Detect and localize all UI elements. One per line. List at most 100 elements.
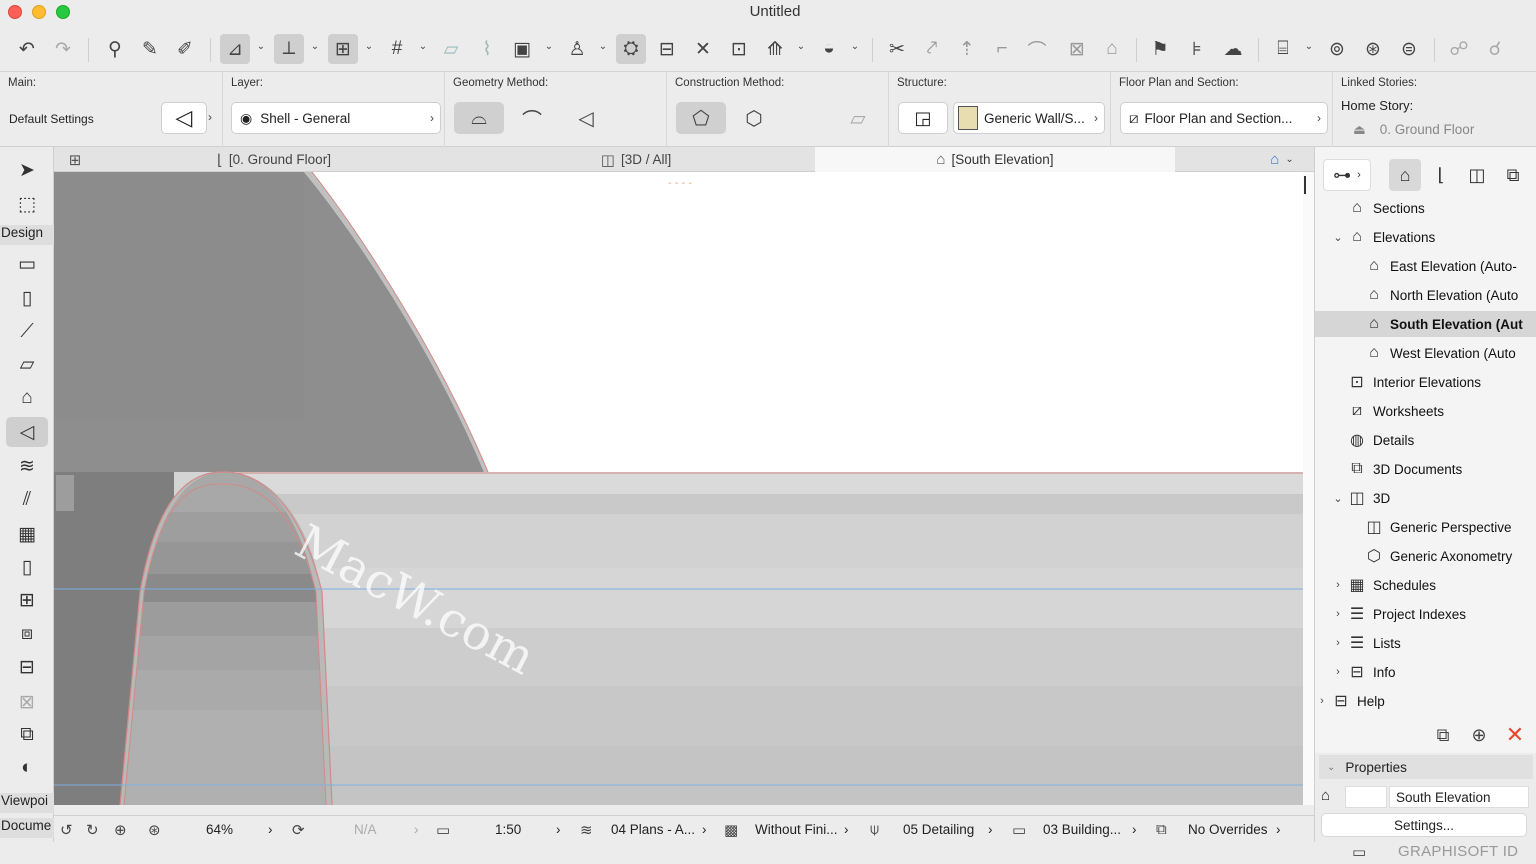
view-id-field[interactable] bbox=[1345, 786, 1387, 808]
chevron-down-icon[interactable]: ⌄ bbox=[309, 41, 321, 52]
curtain-wall-tool-icon[interactable]: ▦ bbox=[6, 519, 48, 549]
wall-tool-icon[interactable]: ▭ bbox=[6, 249, 48, 279]
properties-header[interactable]: ⌄ Properties bbox=[1319, 755, 1533, 779]
chevron-right-icon[interactable]: › bbox=[1331, 608, 1345, 620]
reserve-icon[interactable]: ⌸ bbox=[1268, 34, 1298, 64]
skylight-tool-icon[interactable]: ⧈ bbox=[6, 619, 48, 649]
chevron-right-icon[interactable]: › bbox=[702, 816, 707, 843]
split-icon[interactable]: ⌇ bbox=[472, 34, 502, 64]
nav-item-north-elevation[interactable]: ⌂ North Elevation (Auto bbox=[1348, 282, 1536, 308]
nav-item-3d-documents[interactable]: ⧉ 3D Documents bbox=[1331, 456, 1536, 482]
tab-ground-floor[interactable]: ⌊ [0. Ground Floor] bbox=[204, 147, 344, 172]
settings-button[interactable]: Settings... bbox=[1321, 813, 1527, 837]
simple-construction-button[interactable]: ⬠ bbox=[676, 102, 726, 134]
scrollbar-thumb[interactable] bbox=[1304, 176, 1306, 194]
chevron-down-icon[interactable]: ⌄ bbox=[255, 41, 267, 52]
shell-tool-icon[interactable]: ◁ bbox=[161, 102, 207, 134]
viewpoint-group-label[interactable]: Viewpoi bbox=[0, 793, 54, 813]
nav-item-sections[interactable]: ⌂ Sections bbox=[1331, 195, 1536, 221]
layout-book-icon[interactable]: ◫ bbox=[1461, 159, 1493, 191]
renovation-icon[interactable]: ⛭ bbox=[616, 34, 646, 64]
chevron-right-icon[interactable]: › bbox=[556, 816, 561, 843]
chevron-down-icon[interactable]: ⌄ bbox=[363, 41, 375, 52]
grid-snap-icon[interactable]: ⊞ bbox=[328, 34, 358, 64]
trace-icon[interactable]: ▱ bbox=[436, 34, 466, 64]
nav-item-details[interactable]: ◍ Details bbox=[1331, 427, 1536, 453]
chevron-down-icon[interactable]: ⌄ bbox=[597, 41, 609, 52]
redo-icon[interactable]: ↷ bbox=[48, 34, 78, 64]
tab-3d[interactable]: ◫ [3D / All] bbox=[592, 147, 680, 172]
tab-south-elevation[interactable]: ⌂ [South Elevation] bbox=[815, 147, 1175, 172]
offset-icon[interactable]: ⤤ bbox=[917, 34, 947, 64]
chevron-right-icon[interactable]: › bbox=[1132, 816, 1137, 843]
morph-tool-icon[interactable]: ◐ bbox=[6, 753, 48, 783]
elevate-icon[interactable]: ⇡ bbox=[952, 34, 982, 64]
chevron-down-icon[interactable]: ⌄ bbox=[849, 41, 861, 52]
fit-window-icon[interactable]: ⊛ bbox=[148, 816, 161, 843]
find-select-icon[interactable]: ⚲ bbox=[100, 34, 130, 64]
chevron-right-icon[interactable]: › bbox=[1331, 579, 1345, 591]
tab-menu[interactable]: ⌂ ⌄ bbox=[1257, 147, 1307, 172]
nav-item-project-indexes[interactable]: › ☰ Project Indexes bbox=[1331, 601, 1536, 627]
element-info-icon[interactable]: ♙ bbox=[562, 34, 592, 64]
eyedropper-icon[interactable]: ✎ bbox=[135, 34, 165, 64]
cloud-icon[interactable]: ☌ bbox=[1480, 34, 1510, 64]
door-tool-icon[interactable]: ▯ bbox=[6, 552, 48, 582]
roof-icon[interactable]: ⌂ bbox=[1097, 34, 1127, 64]
graphisoft-id-link[interactable]: GRAPHISOFT ID bbox=[1398, 843, 1518, 860]
nav-item-south-elevation[interactable]: ⌂ South Elevation (Aut bbox=[1315, 311, 1536, 337]
tab-overview-icon[interactable]: ⊞ bbox=[60, 147, 90, 172]
model-view-value[interactable]: Without Fini... bbox=[755, 816, 838, 843]
orientation-icon[interactable]: ⟳ bbox=[292, 816, 305, 843]
chevron-right-icon[interactable]: › bbox=[988, 816, 993, 843]
arrow-tool-icon[interactable]: ➤ bbox=[6, 155, 48, 185]
shell-tool-icon[interactable]: ◁ bbox=[6, 417, 48, 447]
chevron-down-icon[interactable]: ⌄ bbox=[795, 41, 807, 52]
slab-tool-icon[interactable]: ▱ bbox=[6, 349, 48, 379]
overrides-value[interactable]: No Overrides bbox=[1188, 816, 1268, 843]
nav-item-schedules[interactable]: › ▦ Schedules bbox=[1331, 572, 1536, 598]
chevron-right-icon[interactable]: › bbox=[268, 816, 273, 843]
chevron-down-icon[interactable]: ⌄ bbox=[1331, 492, 1345, 505]
inject-icon[interactable]: ✐ bbox=[170, 34, 200, 64]
nav-item-lists[interactable]: › ☰ Lists bbox=[1331, 630, 1536, 656]
chevron-down-icon[interactable]: ⌄ bbox=[1303, 41, 1315, 52]
document-group-label[interactable]: Docume bbox=[0, 818, 54, 838]
grid-icon[interactable]: # bbox=[382, 34, 412, 64]
view-map-icon[interactable]: ⌊ bbox=[1425, 159, 1457, 191]
pen-set-value[interactable]: 05 Detailing bbox=[903, 816, 974, 843]
construction-extra-button[interactable]: ▱ bbox=[833, 102, 883, 134]
navigator-menu-button[interactable]: ⊶ › bbox=[1323, 159, 1371, 191]
guide-lines-icon[interactable]: ⊿ bbox=[220, 34, 250, 64]
nav-item-interior-elevations[interactable]: ⊡ Interior Elevations bbox=[1331, 369, 1536, 395]
window-tool-icon[interactable]: ⊞ bbox=[6, 585, 48, 615]
suspend-groups-icon[interactable]: ⟰ bbox=[760, 34, 790, 64]
solid-ops-icon[interactable]: ◒ bbox=[814, 34, 844, 64]
layer-combo-value[interactable]: 04 Plans - A... bbox=[611, 816, 695, 843]
stair-tool-icon[interactable]: ≋ bbox=[6, 451, 48, 481]
publisher-sets-icon[interactable]: ⧉ bbox=[1497, 159, 1529, 191]
nav-item-generic-perspective[interactable]: ◫ Generic Perspective bbox=[1348, 514, 1536, 540]
scale-value[interactable]: 1:50 bbox=[495, 816, 521, 843]
chevron-down-icon[interactable]: ⌄ bbox=[417, 41, 429, 52]
chevron-down-icon[interactable]: ⌄ bbox=[1331, 231, 1345, 244]
chevron-right-icon[interactable]: › bbox=[1276, 816, 1281, 843]
marquee-tool-icon[interactable]: ⬚ bbox=[6, 189, 48, 219]
nav-item-worksheets[interactable]: ⧄ Worksheets bbox=[1331, 398, 1536, 424]
revolved-shell-button[interactable]: ⌒ bbox=[507, 102, 557, 134]
delete-icon[interactable]: ✕ bbox=[1501, 721, 1529, 749]
chevron-right-icon[interactable]: › bbox=[414, 816, 419, 843]
window-icon[interactable]: ▭ bbox=[1352, 843, 1366, 861]
dimension-icon[interactable]: ⊟ bbox=[652, 34, 682, 64]
nav-item-generic-axonometry[interactable]: ⬡ Generic Axonometry bbox=[1348, 543, 1536, 569]
beam-tool-icon[interactable]: ⟋ bbox=[6, 317, 48, 347]
main-value[interactable]: Default Settings bbox=[9, 112, 94, 126]
zone-tool-icon[interactable]: ⊠ bbox=[6, 687, 48, 717]
bim-icon[interactable]: ☍ bbox=[1444, 34, 1474, 64]
structure-type-icon[interactable]: ◲ bbox=[898, 102, 948, 134]
issue-icon[interactable]: ⊜ bbox=[1394, 34, 1424, 64]
nav-item-info[interactable]: › ⊟ Info bbox=[1331, 659, 1536, 685]
ruled-shell-button[interactable]: ◁ bbox=[561, 102, 611, 134]
zoom-value[interactable]: 64% bbox=[206, 816, 233, 843]
flag-icon[interactable]: ⚑ bbox=[1145, 34, 1175, 64]
